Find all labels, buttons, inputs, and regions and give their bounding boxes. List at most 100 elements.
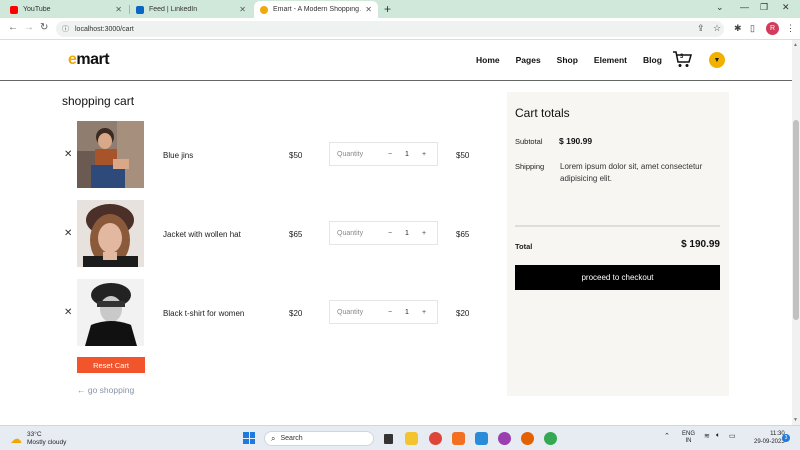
chrome-icon[interactable] (429, 432, 442, 445)
emart-favicon-icon (260, 5, 268, 14)
temperature: 33°C (27, 431, 42, 438)
close-window-button[interactable]: ✕ (782, 2, 790, 13)
weather-condition: Mostly cloudy (27, 439, 67, 446)
cart-count-badge: 3 (680, 54, 684, 60)
volume-icon[interactable]: 🔈︎ (716, 432, 720, 440)
nav-pages[interactable]: Pages (516, 55, 541, 65)
quantity-stepper: Quantity − 1 + (329, 221, 438, 245)
url-text: localhost:3000/cart (75, 25, 134, 33)
reset-cart-button[interactable]: Reset Cart (77, 357, 145, 373)
tab-emart[interactable]: Emart - A Modern Shopping Ap... ✕ (254, 1, 378, 18)
shipping-text: Lorem ipsum dolor sit, amet consectetur … (560, 162, 703, 183)
scroll-up-icon[interactable]: ▲ (793, 42, 798, 48)
product-image (77, 200, 144, 267)
product-image (77, 279, 144, 346)
more-menu-icon[interactable]: ⋮ (786, 23, 795, 34)
sidepanel-icon[interactable]: ▯ (750, 23, 755, 34)
nav-shop[interactable]: Shop (557, 55, 578, 65)
cart-row: ✕ Jacket with wollen hat $65 Quantity − … (60, 200, 480, 268)
product-image (77, 121, 144, 188)
chevron-down-icon[interactable]: ⌄ (716, 2, 724, 13)
scrollbar-thumb[interactable] (793, 120, 799, 320)
divider (515, 225, 720, 227)
quantity-stepper: Quantity − 1 + (329, 142, 438, 166)
reload-button[interactable]: ↻ (40, 22, 48, 33)
product-name[interactable]: Jacket with wollen hat (163, 230, 241, 239)
windows-start-icon[interactable] (243, 432, 255, 444)
scroll-down-icon[interactable]: ▼ (793, 417, 798, 423)
proceed-to-checkout-button[interactable]: proceed to checkout (515, 265, 720, 290)
cart-row: ✕ Blue jins $50 Quantity − 1 + $50 (60, 121, 480, 189)
notification-badge[interactable]: 3 (782, 434, 790, 442)
chevron-up-icon[interactable]: ⌃ (664, 432, 670, 440)
info-icon[interactable]: ⓘ (62, 24, 69, 34)
site-logo[interactable]: emart (68, 51, 110, 69)
main-nav: Home Pages Shop Element Blog (476, 55, 678, 65)
increase-quantity-button[interactable]: + (418, 230, 430, 237)
battery-icon[interactable]: ▭ (729, 432, 736, 440)
product-price: $50 (289, 151, 303, 160)
vscode-icon[interactable] (475, 432, 488, 445)
youtube-icon (10, 5, 18, 14)
windows-taskbar: ☁ 33°C Mostly cloudy ⌕ Search ⌃ ENG IN ≋… (0, 425, 800, 450)
row-total: $20 (456, 309, 470, 318)
profile-avatar[interactable]: R (766, 22, 779, 35)
remove-item-icon[interactable]: ✕ (64, 228, 72, 239)
close-tab-icon[interactable]: ✕ (365, 5, 372, 14)
search-icon: ⌕ (271, 433, 276, 443)
bookmark-star-icon[interactable]: ☆ (713, 23, 721, 34)
clock[interactable]: 11:30 29-09-2023 (754, 430, 785, 446)
decrease-quantity-button[interactable]: − (384, 230, 396, 237)
minimize-button[interactable]: — (740, 2, 749, 12)
total-value: $ 190.99 (681, 239, 720, 250)
product-name[interactable]: Blue jins (163, 151, 193, 160)
wifi-icon[interactable]: ≋ (704, 432, 710, 440)
close-tab-icon[interactable]: ✕ (115, 5, 122, 14)
xampp-icon[interactable] (452, 432, 465, 445)
close-tab-icon[interactable]: ✕ (239, 5, 246, 14)
nav-home[interactable]: Home (476, 55, 500, 65)
firefox-icon[interactable] (521, 432, 534, 445)
tab-linkedin[interactable]: Feed | LinkedIn ✕ (130, 1, 252, 18)
tab-title: Feed | LinkedIn (149, 6, 198, 13)
quantity-value[interactable]: 1 (396, 309, 418, 316)
increase-quantity-button[interactable]: + (418, 309, 430, 316)
remove-item-icon[interactable]: ✕ (64, 307, 72, 318)
weather-widget[interactable]: ☁ 33°C Mostly cloudy (10, 431, 66, 447)
task-view-icon[interactable] (384, 434, 393, 444)
decrease-quantity-button[interactable]: − (384, 309, 396, 316)
go-shopping-link[interactable]: ← go shopping (77, 385, 134, 395)
quantity-stepper: Quantity − 1 + (329, 300, 438, 324)
nav-element[interactable]: Element (594, 55, 627, 65)
product-name[interactable]: Black t-shirt for women (163, 309, 244, 318)
maximize-button[interactable]: ❐ (760, 2, 768, 13)
page-scrollbar[interactable]: ▲ ▼ (792, 40, 800, 425)
chrome-active-icon[interactable] (544, 432, 557, 445)
forward-button[interactable]: → (24, 22, 34, 33)
new-tab-button[interactable]: + (384, 2, 391, 16)
cart-row: ✕ Black t-shirt for women $20 Quantity −… (60, 279, 480, 347)
back-button[interactable]: ← (8, 22, 18, 33)
app-icon[interactable] (498, 432, 511, 445)
tab-strip: YouTube ✕ Feed | LinkedIn ✕ Emart - A Mo… (0, 0, 800, 18)
row-total: $50 (456, 151, 470, 160)
page-title: shopping cart (62, 94, 135, 108)
remove-item-icon[interactable]: ✕ (64, 149, 72, 160)
nav-blog[interactable]: Blog (643, 55, 662, 65)
file-explorer-icon[interactable] (405, 432, 418, 445)
total-label: Total (515, 242, 533, 251)
url-input[interactable]: ⓘ localhost:3000/cart (56, 21, 724, 37)
extensions-icon[interactable]: ✱ (734, 23, 742, 34)
share-icon[interactable]: ⇪ (697, 23, 705, 34)
increase-quantity-button[interactable]: + (418, 151, 430, 158)
quantity-value[interactable]: 1 (396, 230, 418, 237)
cloud-sun-icon: ☁ (10, 432, 22, 446)
cart-totals-panel: Cart totals Subtotal $ 190.99 Shipping L… (507, 92, 729, 396)
tab-youtube[interactable]: YouTube ✕ (4, 1, 128, 18)
quantity-value[interactable]: 1 (396, 151, 418, 158)
decrease-quantity-button[interactable]: − (384, 151, 396, 158)
taskbar-search[interactable]: ⌕ Search (264, 431, 374, 446)
product-price: $20 (289, 309, 303, 318)
user-menu-icon[interactable]: ▼ (709, 52, 725, 68)
language-indicator[interactable]: ENG IN (682, 431, 695, 445)
